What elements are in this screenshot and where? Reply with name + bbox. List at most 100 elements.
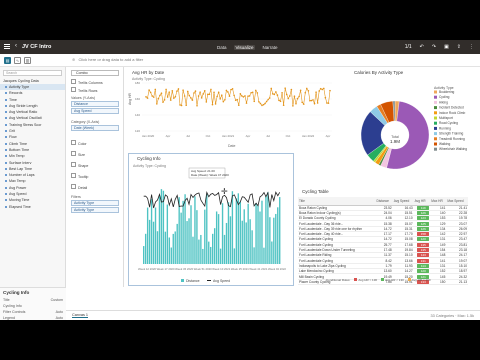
distance-bar[interactable] xyxy=(158,196,161,264)
cycling-table[interactable]: Title Distance Avg Speed Avg HR Max HR Max Sp… xyxy=(298,197,468,285)
search-input[interactable]: Search xyxy=(3,70,62,76)
distance-bar[interactable] xyxy=(200,234,202,264)
distance-bar[interactable] xyxy=(263,247,265,264)
tab-data[interactable]: Data xyxy=(216,45,228,50)
section-color[interactable]: Color xyxy=(71,140,87,146)
distance-bar[interactable] xyxy=(271,241,273,264)
section-shape[interactable]: Shape xyxy=(71,162,88,168)
value-pill-avg-speed[interactable]: Avg Speed xyxy=(71,108,119,114)
distance-bar[interactable] xyxy=(146,207,149,264)
distance-bar[interactable] xyxy=(166,204,169,264)
tab-narrate[interactable]: Narrate xyxy=(261,45,278,50)
distance-bar[interactable] xyxy=(190,205,192,264)
distance-bar[interactable] xyxy=(259,211,261,264)
distance-bar[interactable] xyxy=(251,230,253,264)
distance-bar[interactable] xyxy=(204,209,206,264)
distance-bar[interactable] xyxy=(184,194,186,264)
legend-item[interactable]: Hiking xyxy=(439,100,448,104)
table-row[interactable]: Fort Lauderdale Riding 11.37 15.10 143 148 24… xyxy=(298,252,468,259)
table-row[interactable]: Fort Lauderdale Cycling 14.72 15.08 120 131 2… xyxy=(298,236,468,243)
distance-bar[interactable] xyxy=(253,247,255,264)
avg-hr-line-chart[interactable]: Avg HR Date 180 160 140 120Jan 2020 Apr Jul Oc… xyxy=(128,79,336,149)
distance-bar[interactable] xyxy=(152,221,155,264)
distance-bar[interactable] xyxy=(194,196,196,264)
value-pill-distance[interactable]: Distance xyxy=(71,101,119,107)
section-tooltip[interactable]: Tooltip xyxy=(71,173,88,179)
viz-cycling-info[interactable]: Cycling Info Activity Type: Cycling Week… xyxy=(128,153,294,286)
distance-bar[interactable] xyxy=(180,212,182,264)
distance-bar[interactable] xyxy=(170,247,172,264)
data-element-item[interactable]: Elapsed Time xyxy=(0,204,65,210)
viz-avg-hr-by-date[interactable]: Avg HR by Date Activity Type: Cycling Av… xyxy=(128,69,336,149)
distance-bar[interactable] xyxy=(198,239,200,264)
distance-bar[interactable] xyxy=(243,209,245,264)
distance-bar[interactable] xyxy=(249,219,251,264)
distance-bar[interactable] xyxy=(143,246,145,264)
share-icon[interactable]: ⇪ xyxy=(457,44,461,50)
table-row[interactable]: Lake Mendocino Cycling 13.60 14.27 120 152 18… xyxy=(298,268,468,275)
distance-bar[interactable] xyxy=(192,236,194,264)
distance-bar[interactable] xyxy=(148,219,151,264)
table-column-header[interactable]: Title xyxy=(298,197,376,206)
legend-item[interactable]: Bouldering xyxy=(439,90,454,94)
filter-pill-activity-type[interactable]: Activity Type xyxy=(71,200,119,206)
table-row[interactable]: Fort Lauderdale Down Under Tunneling 17.4… xyxy=(298,247,468,254)
distance-bar[interactable] xyxy=(156,231,159,264)
distance-bar[interactable] xyxy=(229,216,232,264)
calories-donut-chart[interactable]: Total 1.9M Activity Type BoulderingCycli… xyxy=(342,75,476,187)
visualization-pane-icon[interactable]: ▥ xyxy=(24,57,31,64)
distance-bar[interactable] xyxy=(196,210,198,264)
section-detail[interactable]: Detail xyxy=(71,184,87,190)
table-column-header[interactable]: Avg Speed xyxy=(392,197,414,206)
legend-item[interactable]: Multisport xyxy=(439,116,453,120)
tab-visualize[interactable]: Visualize xyxy=(233,44,256,50)
distance-bar[interactable] xyxy=(219,248,222,264)
viz-type-select[interactable]: Combo xyxy=(71,70,119,76)
distance-bar[interactable] xyxy=(217,214,220,264)
distance-bar[interactable] xyxy=(241,220,243,264)
distance-bar[interactable] xyxy=(265,196,267,264)
more-icon[interactable]: ⋮ xyxy=(469,44,474,50)
distance-bar[interactable] xyxy=(164,231,167,264)
legend-item[interactable]: Indoor Rock Climb xyxy=(439,111,465,115)
table-row[interactable]: Fort Lauderdale - Day 36 ride... 15.38 15.… xyxy=(298,220,468,227)
distance-bar[interactable] xyxy=(178,197,180,264)
legend-item[interactable]: Wheelchair Walking xyxy=(439,147,467,151)
undo-icon[interactable]: ↶ xyxy=(420,44,424,50)
table-column-header[interactable]: Avg HR xyxy=(413,197,431,206)
distance-bar[interactable] xyxy=(206,194,208,264)
distance-bar[interactable] xyxy=(279,197,281,264)
distance-bar[interactable] xyxy=(176,223,178,264)
distance-bar[interactable] xyxy=(255,203,257,264)
redo-icon[interactable]: ↷ xyxy=(432,44,436,50)
distance-bar[interactable] xyxy=(202,248,204,264)
distance-bar[interactable] xyxy=(221,203,224,264)
distance-bar[interactable] xyxy=(150,198,153,264)
distance-bar[interactable] xyxy=(212,233,214,264)
table-row[interactable]: Fort Lauderdale Cycling 25.77 17.68 135 149 2… xyxy=(298,242,468,248)
distance-bar[interactable] xyxy=(267,192,269,264)
distance-bar[interactable] xyxy=(277,207,279,264)
canvas-tab[interactable]: Canvas 1 xyxy=(72,313,89,318)
section-size[interactable]: Size xyxy=(71,151,85,157)
distance-bar[interactable] xyxy=(186,221,188,264)
analytics-pane-icon[interactable]: ∿ xyxy=(14,57,21,64)
back-arrow-icon[interactable]: ‹ xyxy=(15,43,17,49)
distance-bar[interactable] xyxy=(227,202,230,264)
distance-bar[interactable] xyxy=(239,201,241,264)
save-icon[interactable]: ▣ xyxy=(444,44,449,50)
distance-bar[interactable] xyxy=(215,211,218,264)
distance-bar[interactable] xyxy=(172,233,174,264)
distance-bar[interactable] xyxy=(168,237,171,264)
distance-bar[interactable] xyxy=(257,205,259,264)
distance-bar[interactable] xyxy=(144,233,147,264)
menu-icon[interactable] xyxy=(4,44,10,49)
distance-bar[interactable] xyxy=(233,248,236,264)
distance-bar[interactable] xyxy=(182,200,184,264)
distance-bar[interactable] xyxy=(208,241,210,264)
filter-bar[interactable]: ⊕ Click here or drag data to add a filte… xyxy=(72,57,143,62)
section-trellis-rows[interactable]: Trellis Rows xyxy=(71,87,97,93)
table-column-header[interactable]: Max HR xyxy=(430,197,447,206)
distance-bar[interactable] xyxy=(269,217,271,264)
distance-bar[interactable] xyxy=(225,222,228,264)
